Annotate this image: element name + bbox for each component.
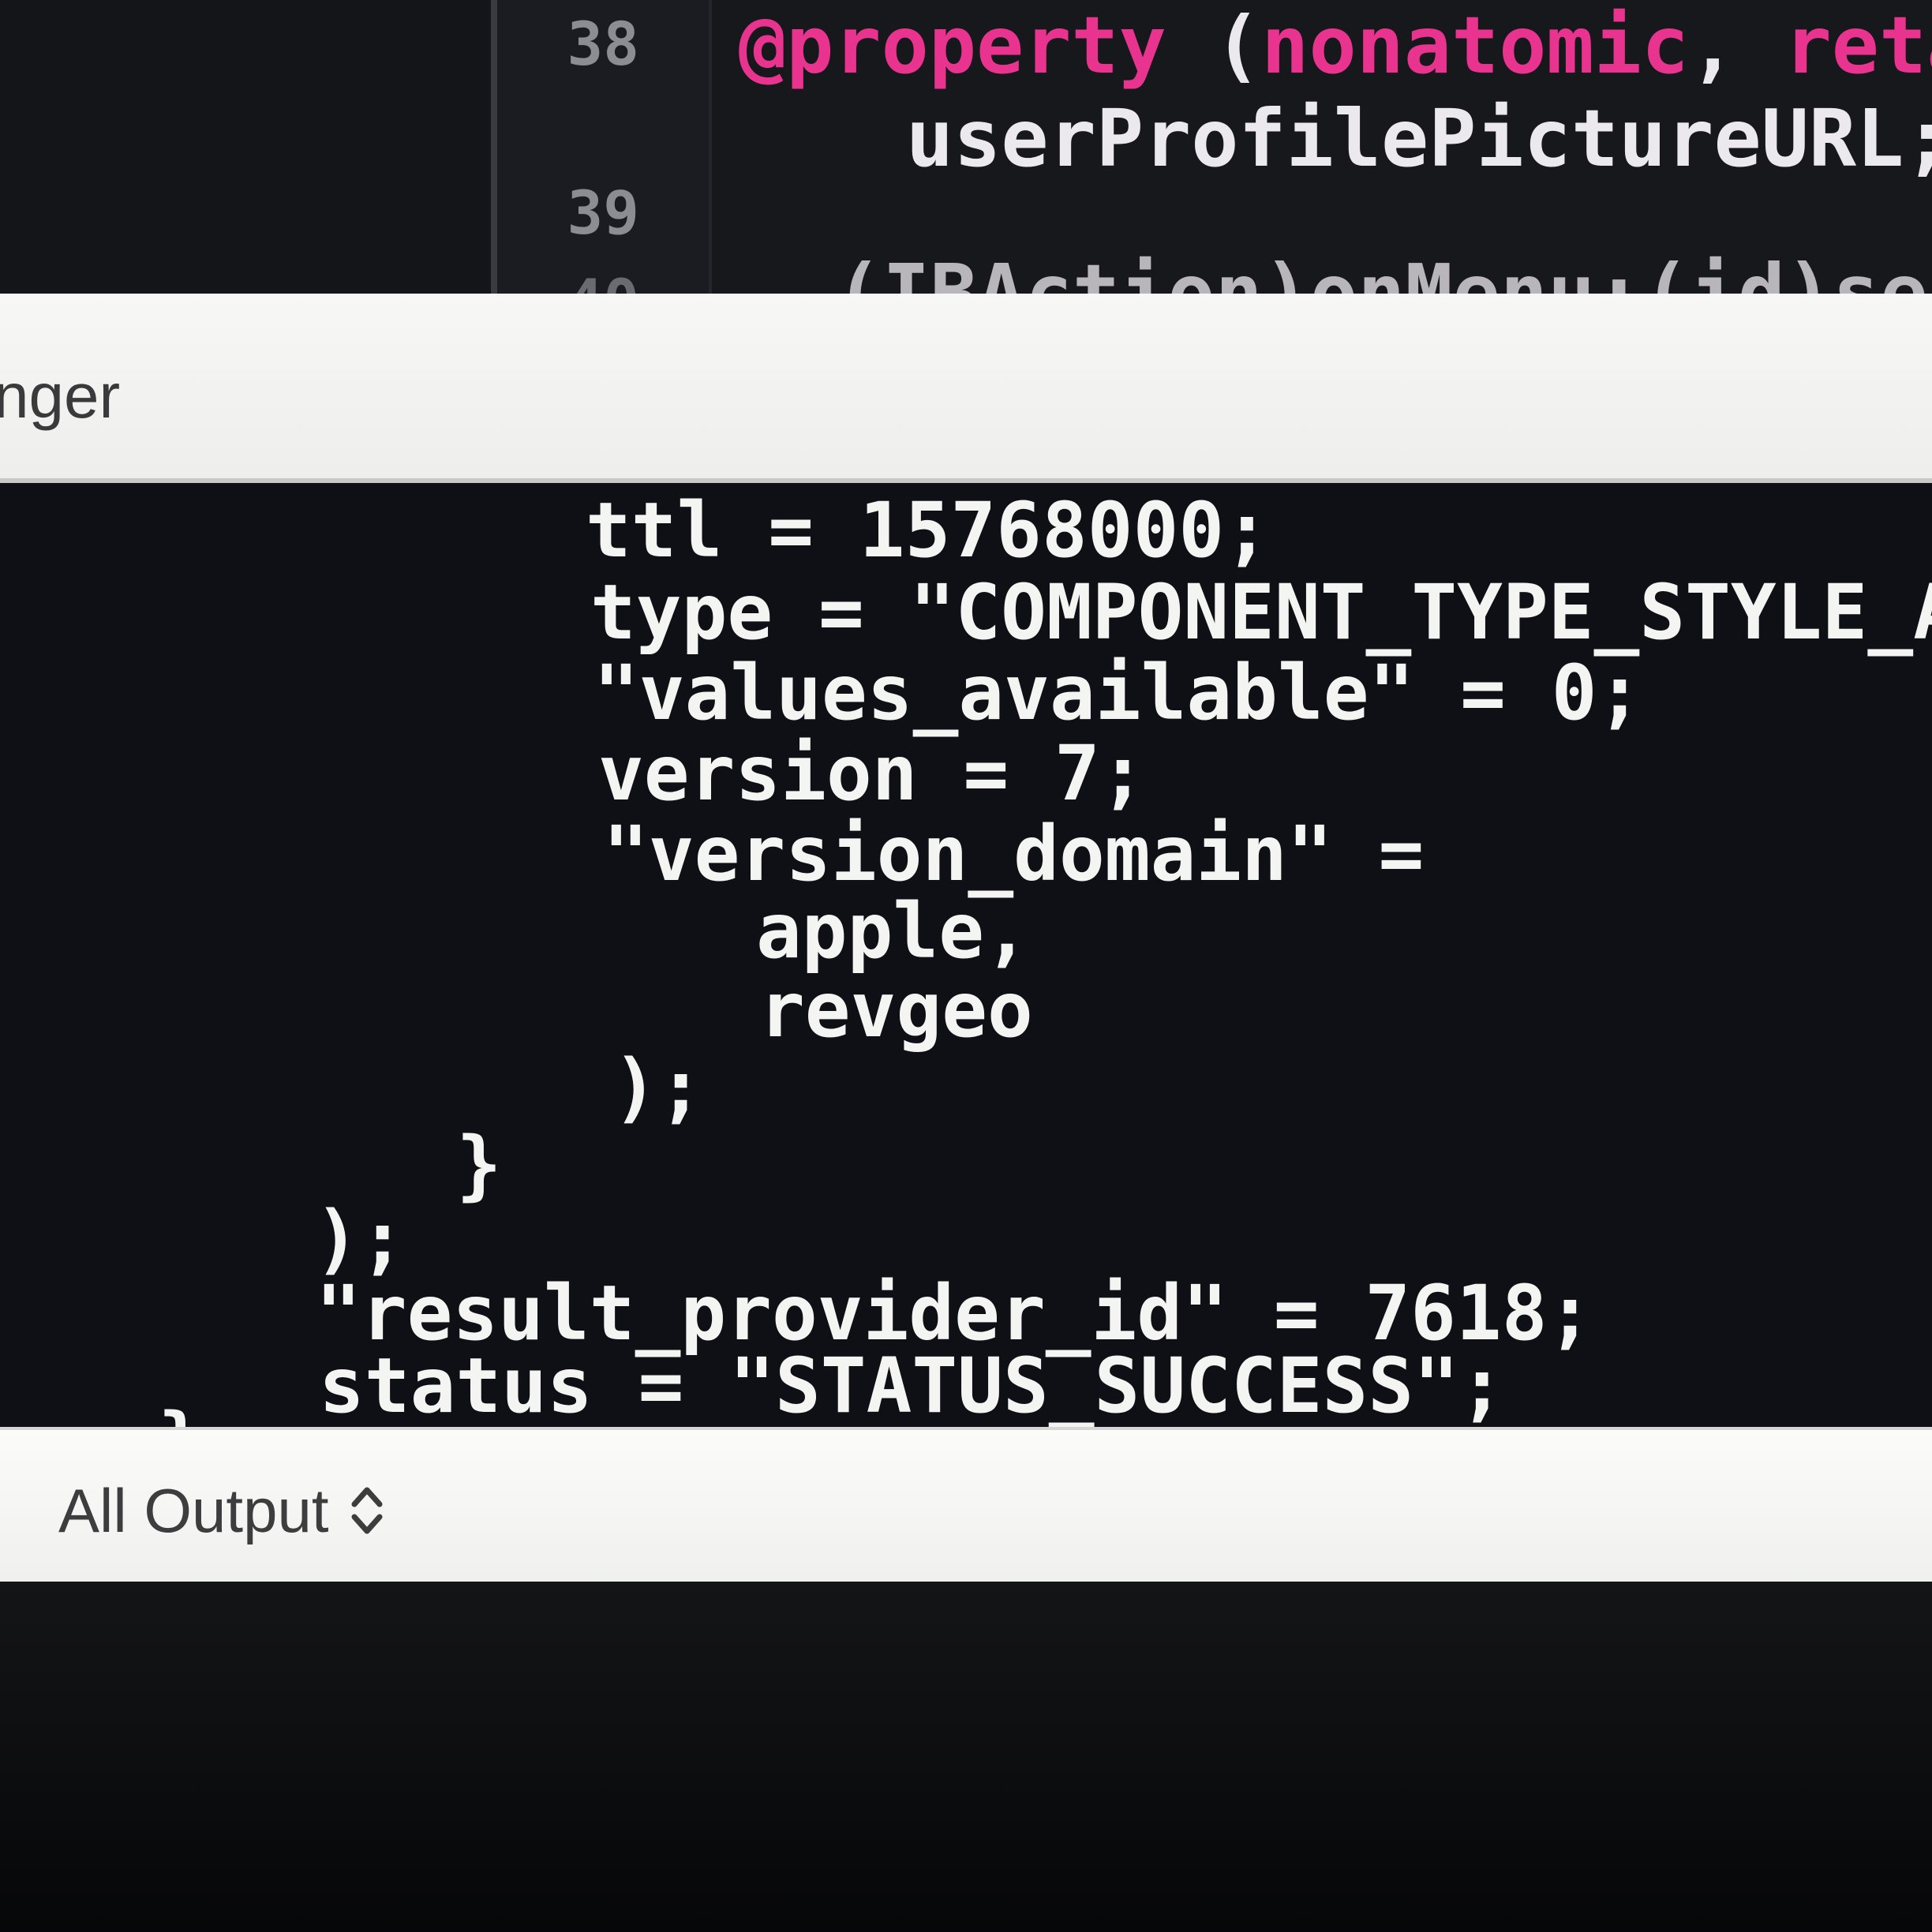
console-line: ); <box>612 1043 704 1132</box>
console-line: } <box>456 1121 502 1209</box>
console-line: "result_provider_id" = 7618; <box>316 1269 1593 1357</box>
source-editor[interactable]: 38 39 40 @property (nonatomic, retain us… <box>0 0 1932 294</box>
attr-retain: retain <box>1784 0 1932 92</box>
console-line: version = 7; <box>598 729 1146 818</box>
debug-area-toolbar: nger <box>0 294 1932 483</box>
console-line: revgeo <box>759 966 1033 1054</box>
output-filter-label: All Output <box>58 1476 329 1545</box>
attr-comma: , <box>1689 0 1784 92</box>
monitor-bezel <box>0 1582 1932 1932</box>
xcode-screen-photo: 38 39 40 @property (nonatomic, retain us… <box>0 0 1932 1932</box>
attr-nonatomic: nonatomic <box>1261 0 1690 92</box>
console-line: type = "COMPONENT_TYPE_STYLE_ATTRI <box>590 568 1932 657</box>
property-directive: @property <box>739 0 1166 92</box>
debug-bar-title: nger <box>0 361 121 431</box>
line-number-40[interactable]: 40 <box>497 271 639 294</box>
console-line: ttl = 15768000; <box>586 486 1270 575</box>
line-number-38[interactable]: 38 <box>497 14 639 74</box>
console-output[interactable]: ttl = 15768000; type = "COMPONENT_TYPE_S… <box>0 483 1932 1427</box>
code-line-38-continuation[interactable]: userProfilePictureURL; <box>906 99 1932 178</box>
console-line: "values_available" = 0; <box>593 649 1643 737</box>
console-line: }; <box>158 1403 249 1427</box>
console-filter-bar: All Output <box>0 1427 1932 1582</box>
console-line: ); <box>314 1195 406 1283</box>
code-line-40-partial[interactable]: (IBAction)onMenu:(id)sender <box>835 254 1932 294</box>
gutter-edge <box>709 0 712 294</box>
editor-split-divider[interactable] <box>491 0 497 294</box>
line-number-39[interactable]: 39 <box>497 183 639 243</box>
code-line-38[interactable]: @property (nonatomic, retain <box>739 6 1932 85</box>
open-paren: ( <box>1166 0 1262 92</box>
console-line: status = "STATUS_SUCCESS"; <box>319 1342 1505 1427</box>
console-line: apple, <box>756 887 1030 975</box>
editor-left-pane <box>0 0 491 294</box>
output-filter-select[interactable]: All Output <box>58 1471 386 1550</box>
console-line: "version_domain" = <box>603 810 1425 898</box>
up-down-chevron-icon <box>351 1487 383 1534</box>
